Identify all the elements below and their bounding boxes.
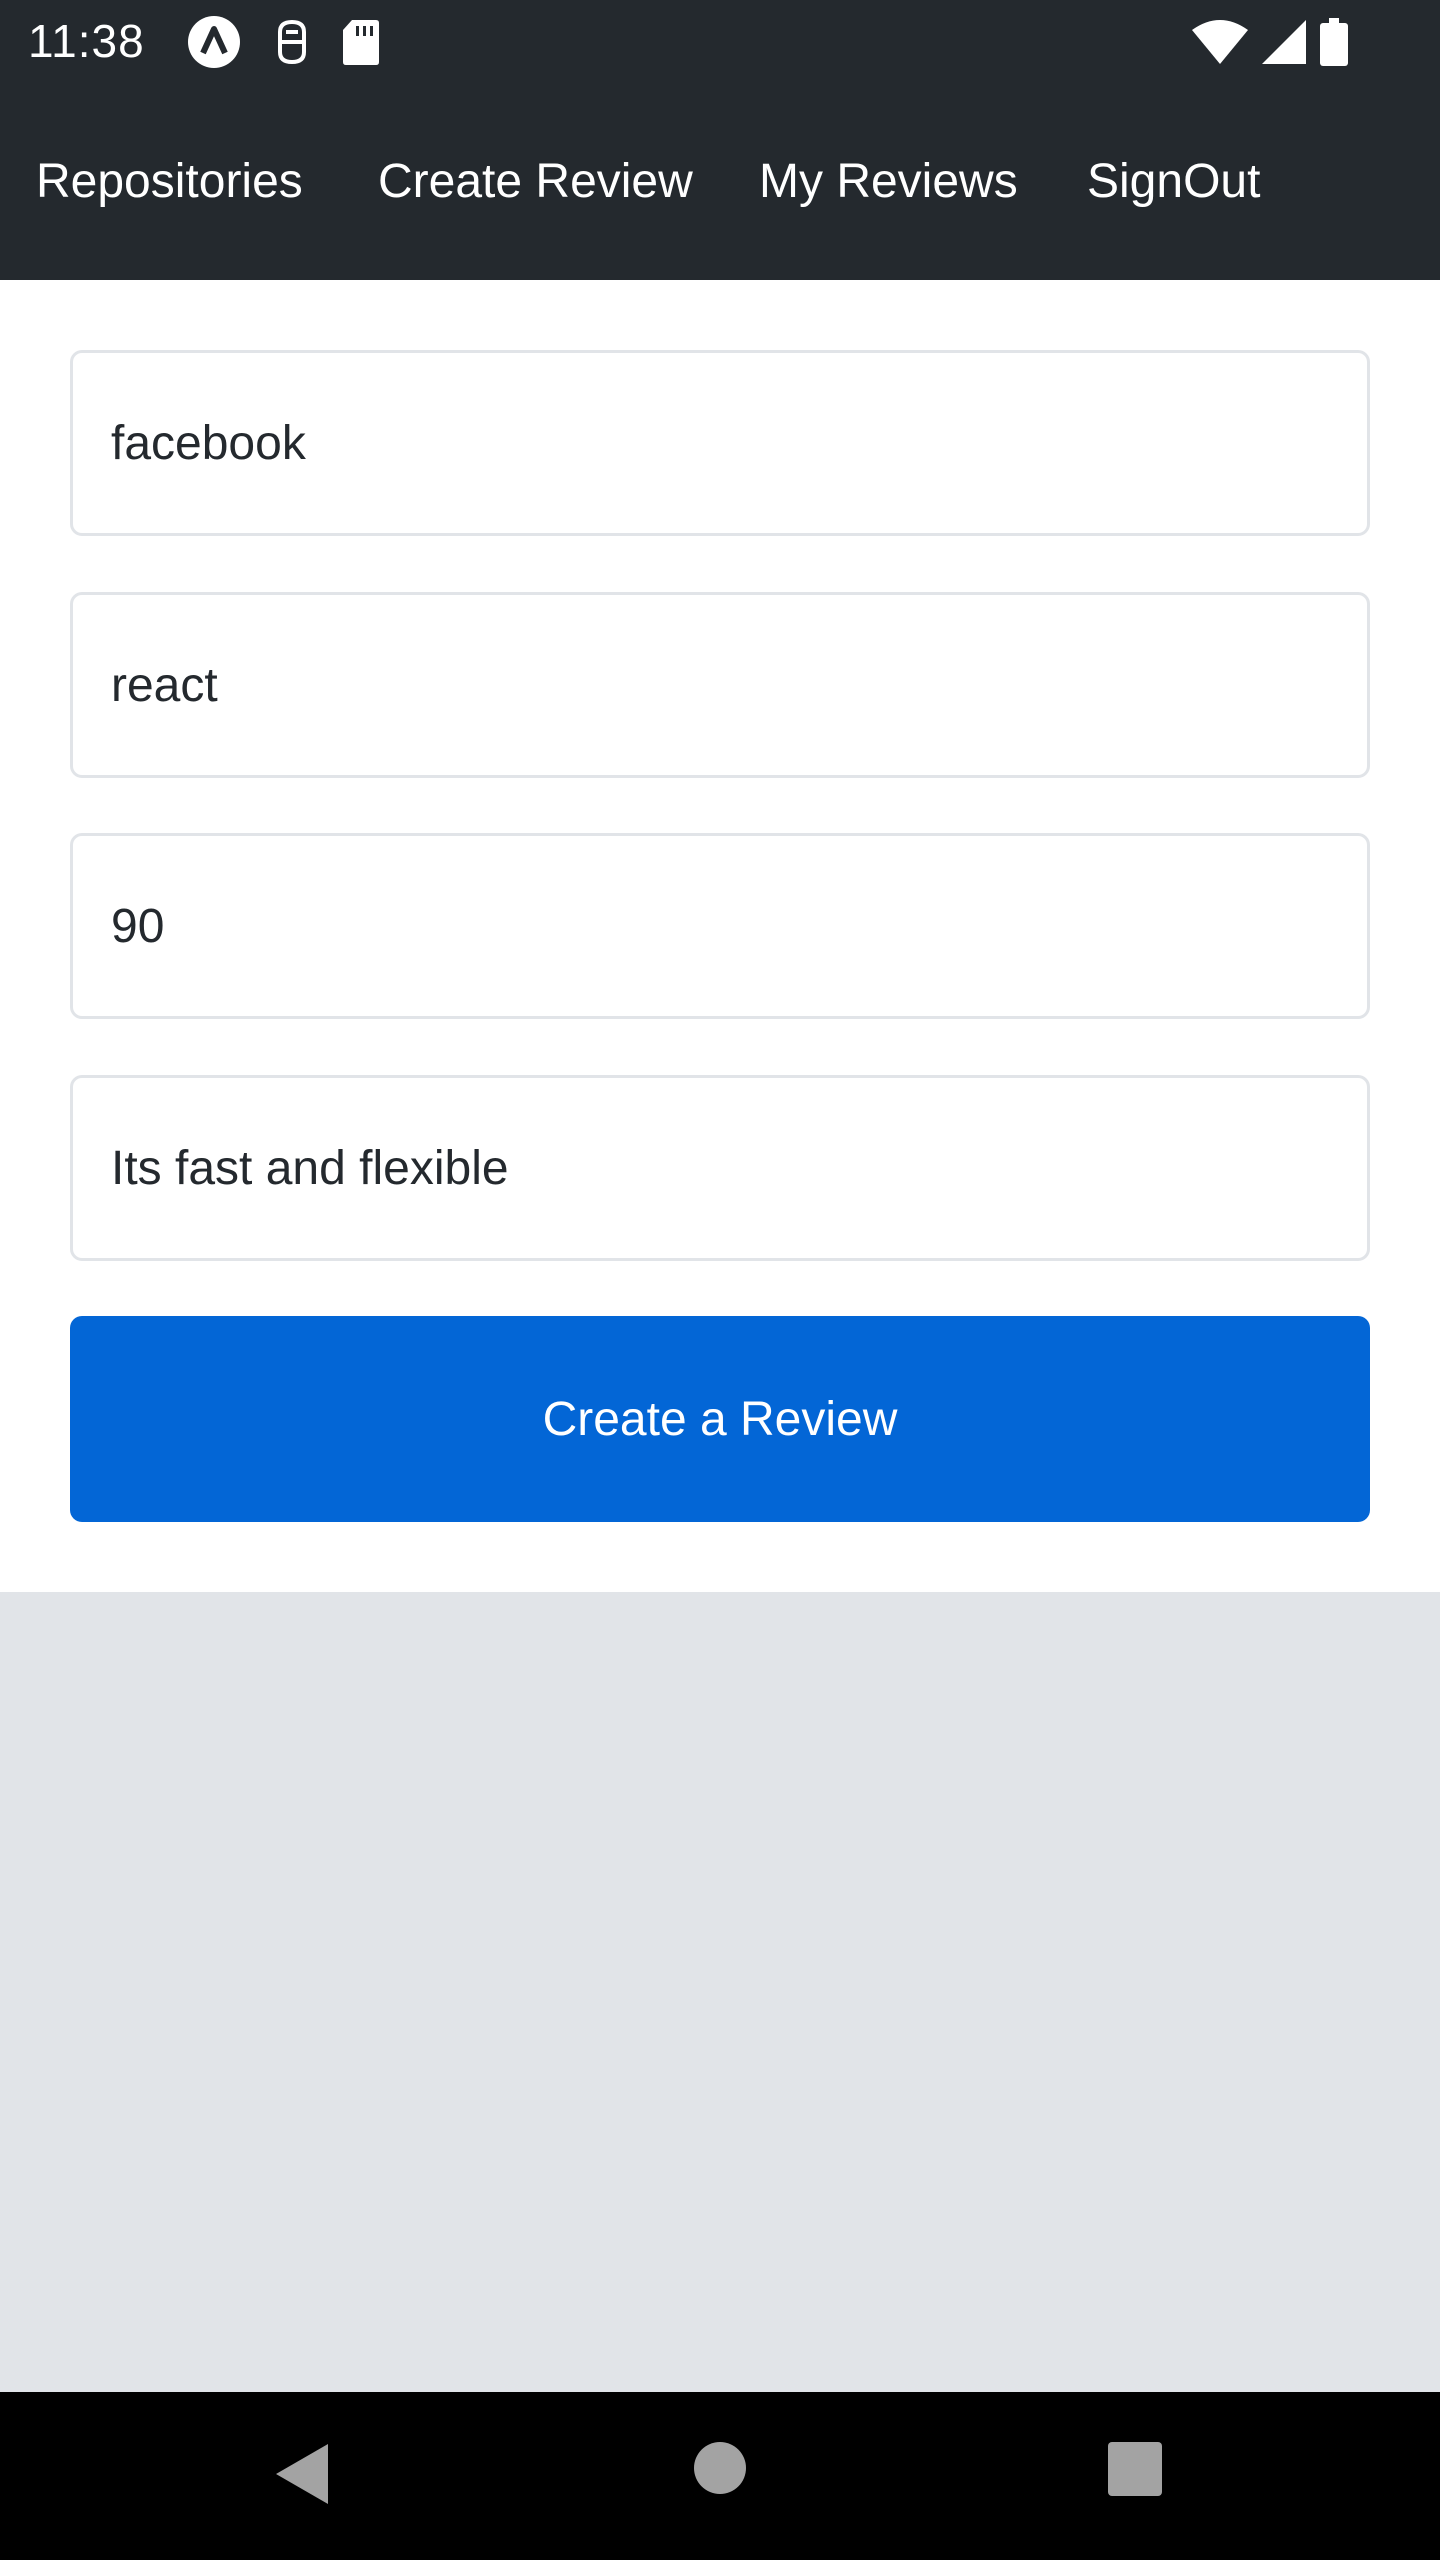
create-review-form: Create a Review [0,280,1440,1592]
rating-input[interactable] [111,898,1329,954]
create-review-button[interactable]: Create a Review [70,1316,1370,1522]
app-notification-icon [188,16,240,68]
status-left-icons [186,14,380,70]
owner-input[interactable] [111,415,1329,471]
repository-field [70,592,1370,778]
sd-card-icon [343,20,379,65]
debug-icon [278,19,306,65]
status-time: 11:38 [28,15,145,67]
nav-create-review[interactable]: Create Review [378,154,693,209]
owner-field [70,350,1370,536]
wifi-icon [1192,20,1248,64]
nav-my-reviews[interactable]: My Reviews [759,154,1018,209]
status-right-icons [1192,14,1348,70]
back-icon[interactable] [274,2442,330,2506]
recents-icon[interactable] [1108,2442,1162,2506]
home-icon[interactable] [694,2442,746,2506]
review-input[interactable] [111,1140,1329,1196]
battery-icon [1320,18,1348,66]
rating-field [70,833,1370,1019]
system-nav-bar [0,2392,1440,2560]
nav-repositories[interactable]: Repositories [36,154,303,209]
status-bar: 11:38 [0,0,1440,84]
nav-signout[interactable]: SignOut [1087,154,1260,209]
signal-icon [1262,20,1306,64]
review-field [70,1075,1370,1261]
repository-input[interactable] [111,657,1329,713]
app-navbar: Repositories Create Review My Reviews Si… [0,84,1440,280]
